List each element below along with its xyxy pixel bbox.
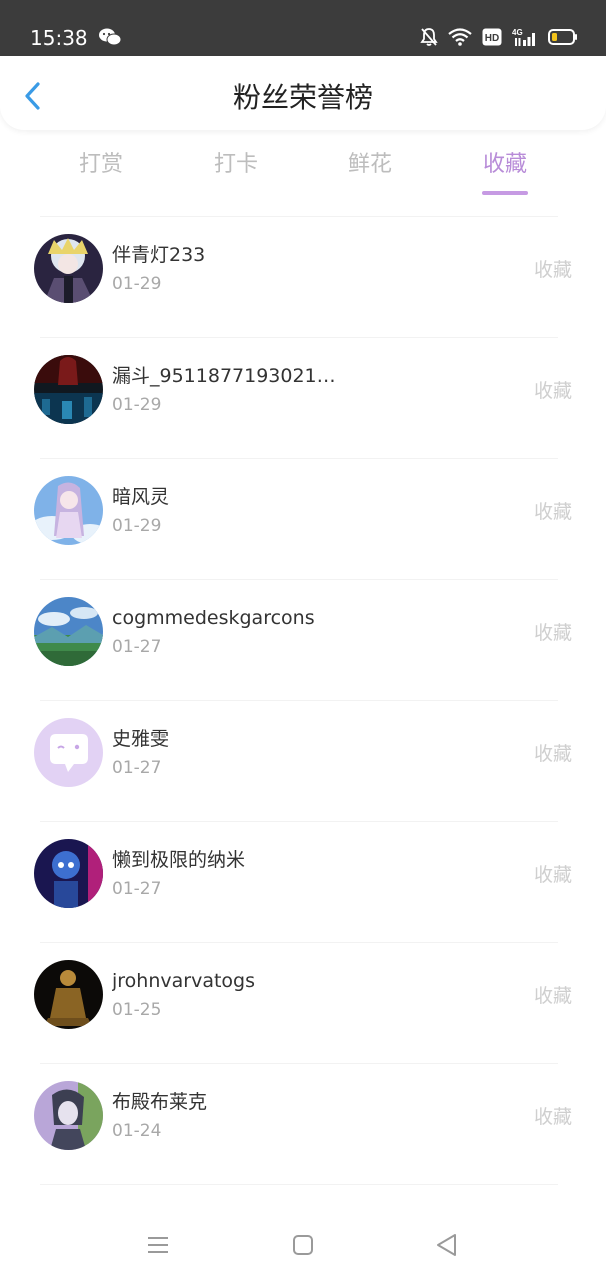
date: 01-29 [112, 274, 162, 294]
user-name: 漏斗_95118771930213… [112, 365, 336, 387]
fan-list: 伴青灯233 01-29 收藏 漏斗_95118771930213… 01-29… [0, 216, 606, 1204]
avatar[interactable] [34, 1081, 103, 1150]
action-tag: 收藏 [533, 501, 572, 523]
list-item[interactable]: 史雅雯 01-27 收藏 [0, 700, 606, 821]
bell-off-icon [420, 28, 438, 46]
user-name: 懒到极限的纳米 [112, 849, 246, 871]
back-icon[interactable] [432, 1230, 462, 1260]
active-tab-indicator [482, 191, 528, 195]
avatar[interactable] [34, 718, 103, 787]
action-tag: 收藏 [533, 622, 572, 644]
user-name: 史雅雯 [112, 728, 170, 750]
home-icon[interactable] [288, 1230, 318, 1260]
avatar[interactable] [34, 597, 103, 666]
avatar[interactable] [34, 355, 103, 424]
tab-reward[interactable]: 打赏 [51, 150, 151, 180]
user-name: 布殿布莱克 [112, 1091, 208, 1113]
date: 01-29 [112, 516, 162, 536]
list-item-partial [0, 1184, 606, 1204]
avatar[interactable] [34, 960, 103, 1029]
list-item[interactable]: 伴青灯233 01-29 收藏 [0, 216, 606, 337]
date: 01-25 [112, 1000, 162, 1020]
date: 01-29 [112, 395, 162, 415]
action-tag: 收藏 [533, 743, 572, 765]
status-time: 15:38 [30, 26, 88, 50]
action-tag: 收藏 [533, 259, 572, 281]
list-item[interactable]: 漏斗_95118771930213… 01-29 收藏 [0, 337, 606, 458]
date: 01-27 [112, 758, 162, 778]
action-tag: 收藏 [533, 864, 572, 886]
user-name: 暗风灵 [112, 486, 170, 508]
action-tag: 收藏 [533, 380, 572, 402]
page-title: 粉丝荣誉榜 [232, 81, 373, 114]
system-nav-bar [0, 1206, 606, 1280]
avatar[interactable] [34, 476, 103, 545]
divider [40, 942, 558, 943]
battery-icon [548, 29, 577, 45]
hd-icon: HD [482, 28, 502, 46]
divider [40, 579, 558, 580]
svg-text:HD: HD [485, 33, 499, 44]
list-item[interactable]: jrohnvarvatogs 01-25 收藏 [0, 942, 606, 1063]
divider [40, 1063, 558, 1064]
menu-icon[interactable] [143, 1230, 173, 1260]
list-item[interactable]: 懒到极限的纳米 01-27 收藏 [0, 821, 606, 942]
divider [40, 700, 558, 701]
divider [40, 216, 558, 217]
user-name: jrohnvarvatogs [112, 970, 256, 992]
list-item[interactable]: cogmmedeskgarcons 01-27 收藏 [0, 579, 606, 700]
list-item[interactable]: 暗风灵 01-29 收藏 [0, 458, 606, 579]
divider [40, 821, 558, 822]
tab-flowers[interactable]: 鲜花 [320, 150, 420, 180]
wechat-icon [99, 28, 122, 46]
list-item[interactable]: 布殿布莱克 01-24 收藏 [0, 1063, 606, 1184]
tab-favorites[interactable]: 收藏 [455, 150, 555, 180]
action-tag: 收藏 [533, 985, 572, 1007]
divider [40, 337, 558, 338]
tab-checkin[interactable]: 打卡 [186, 150, 286, 180]
action-tag: 收藏 [533, 1106, 572, 1128]
wifi-icon [448, 28, 472, 46]
date: 01-24 [112, 1121, 162, 1141]
header: 粉丝荣誉榜 [0, 56, 606, 130]
divider [40, 1184, 558, 1185]
user-name: cogmmedeskgarcons [112, 607, 315, 629]
avatar[interactable] [34, 839, 103, 908]
date: 01-27 [112, 637, 162, 657]
divider [40, 458, 558, 459]
status-bar: 15:38 HD 4G [0, 0, 606, 56]
status-icons: HD 4G [420, 26, 578, 48]
avatar[interactable] [34, 234, 103, 303]
signal-4g-icon: 4G [512, 28, 535, 46]
user-name: 伴青灯233 [112, 244, 206, 266]
date: 01-27 [112, 879, 162, 899]
svg-text:4G: 4G [512, 28, 523, 37]
